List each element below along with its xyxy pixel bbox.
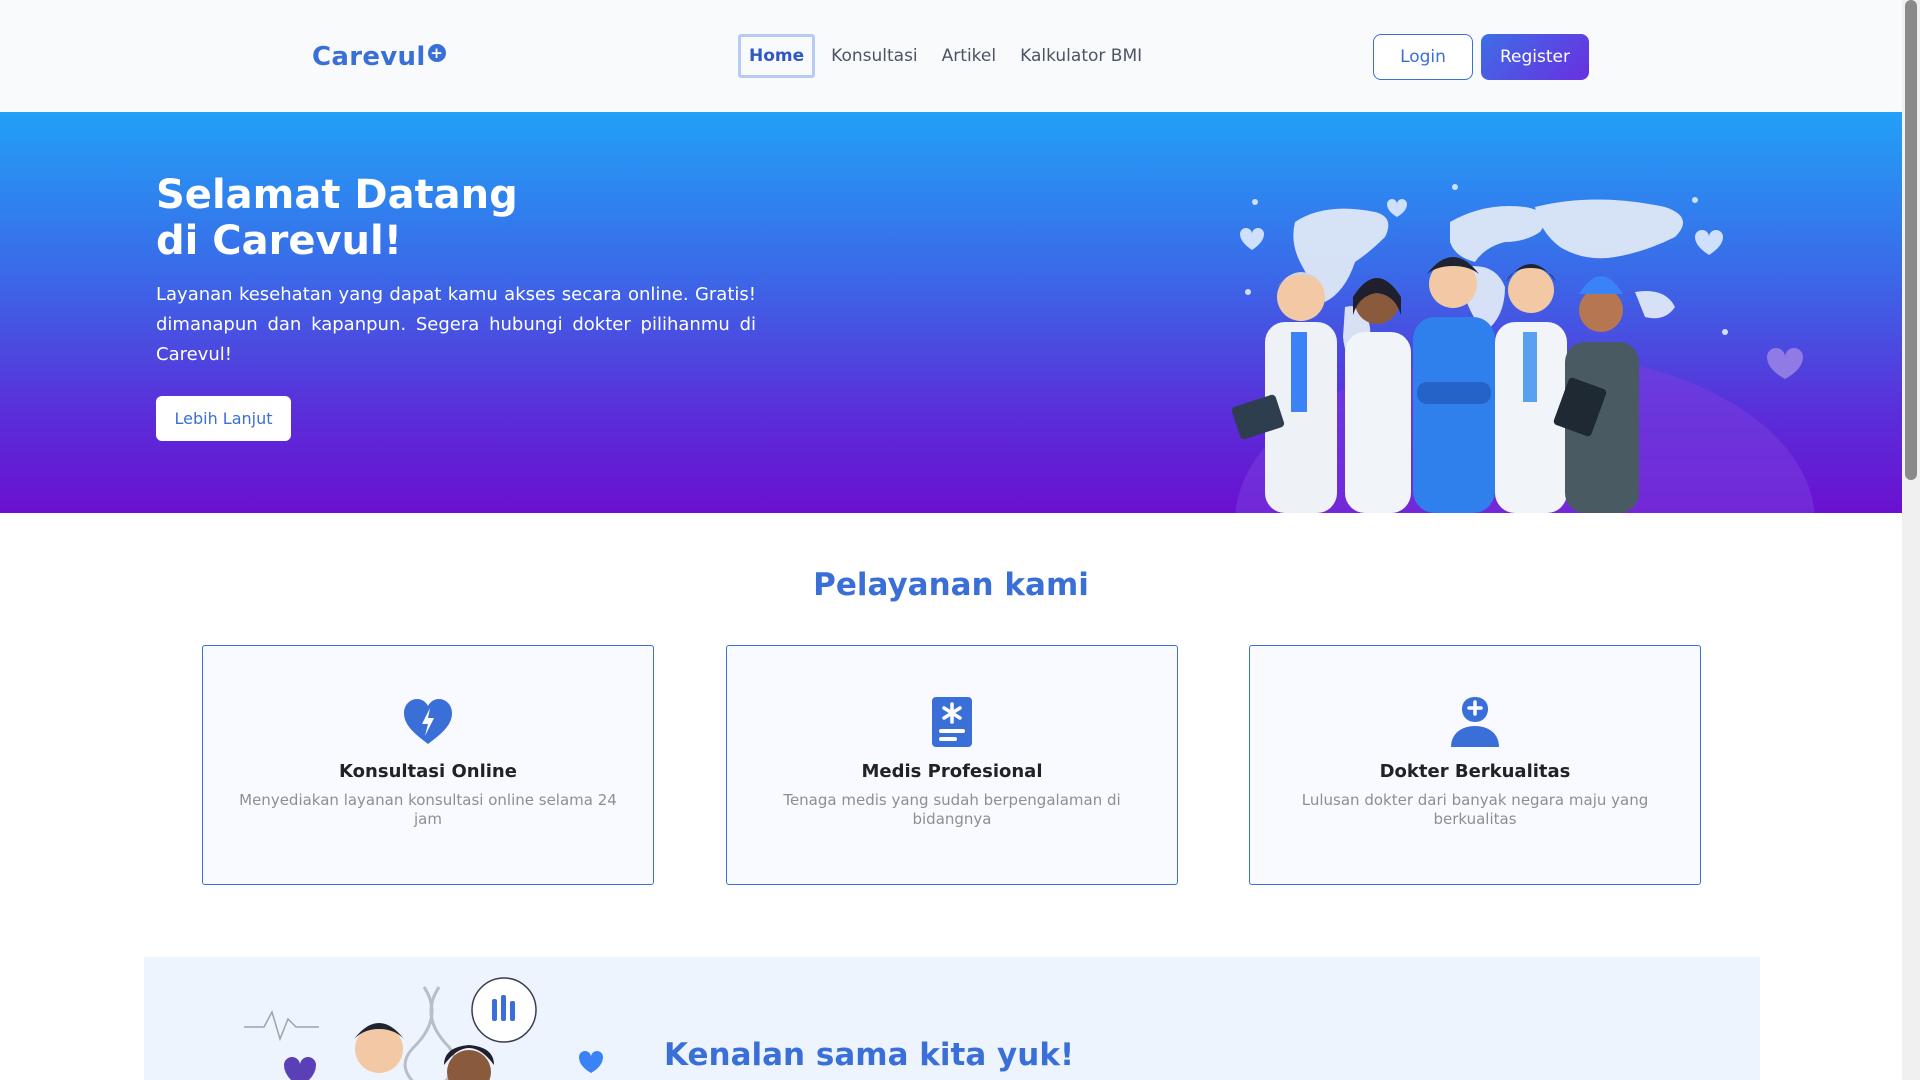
service-description: Menyediakan layanan konsultasi online se… — [239, 791, 617, 828]
hero-title: Selamat Datang di Carevul! — [156, 172, 518, 264]
nav-link-artikel[interactable]: Artikel — [934, 36, 1004, 76]
learn-more-button[interactable]: Lebih Lanjut — [156, 396, 291, 441]
doctor-icon — [1451, 697, 1499, 747]
about-section: Kenalan sama kita yuk! — [144, 957, 1760, 1080]
service-name: Konsultasi Online — [339, 761, 517, 782]
about-title: Kenalan sama kita yuk! — [664, 1037, 1075, 1073]
nav-link-konsultasi[interactable]: Konsultasi — [823, 36, 926, 76]
hero-description: Layanan kesehatan yang dapat kamu akses … — [156, 284, 756, 365]
hero-section: Selamat Datang di Carevul! Layanan keseh… — [0, 112, 1902, 513]
login-button[interactable]: Login — [1373, 34, 1473, 80]
heart-bolt-icon — [404, 699, 452, 744]
service-description: Tenaga medis yang sudah berpengalaman di… — [783, 791, 1121, 828]
navbar: Carevul + Home Konsultasi Artikel Kalkul… — [0, 0, 1902, 112]
nav-link-kalkulator-bmi[interactable]: Kalkulator BMI — [1012, 36, 1150, 76]
doctor-figures — [1231, 257, 1639, 513]
service-card-dokter-berkualitas[interactable]: Dokter Berkualitas Lulusan dokter dari b… — [1249, 645, 1701, 885]
service-name: Dokter Berkualitas — [1379, 761, 1571, 782]
nav-link-home[interactable]: Home — [738, 34, 816, 78]
medical-file-icon — [932, 697, 972, 747]
service-card-konsultasi-online[interactable]: Konsultasi Online Menyediakan layanan ko… — [202, 645, 654, 885]
plus-icon: + — [427, 44, 446, 62]
brand-name: Carevul — [312, 42, 426, 72]
team-illustration — [244, 977, 603, 1080]
nav-links: Home Konsultasi Artikel Kalkulator BMI — [738, 34, 1150, 78]
brand-logo[interactable]: Carevul + — [312, 42, 446, 72]
service-description: Lulusan dokter dari banyak negara maju y… — [1301, 791, 1649, 828]
register-button[interactable]: Register — [1481, 34, 1589, 80]
page-scrollbar[interactable] — [1902, 0, 1920, 1080]
service-card-medis-profesional[interactable]: Medis Profesional Tenaga medis yang suda… — [726, 645, 1178, 885]
scrollbar-thumb[interactable] — [1905, 0, 1917, 480]
services-title: Pelayanan kami — [813, 567, 1089, 603]
service-name: Medis Profesional — [861, 761, 1043, 782]
doctors-illustration — [1231, 184, 1815, 513]
